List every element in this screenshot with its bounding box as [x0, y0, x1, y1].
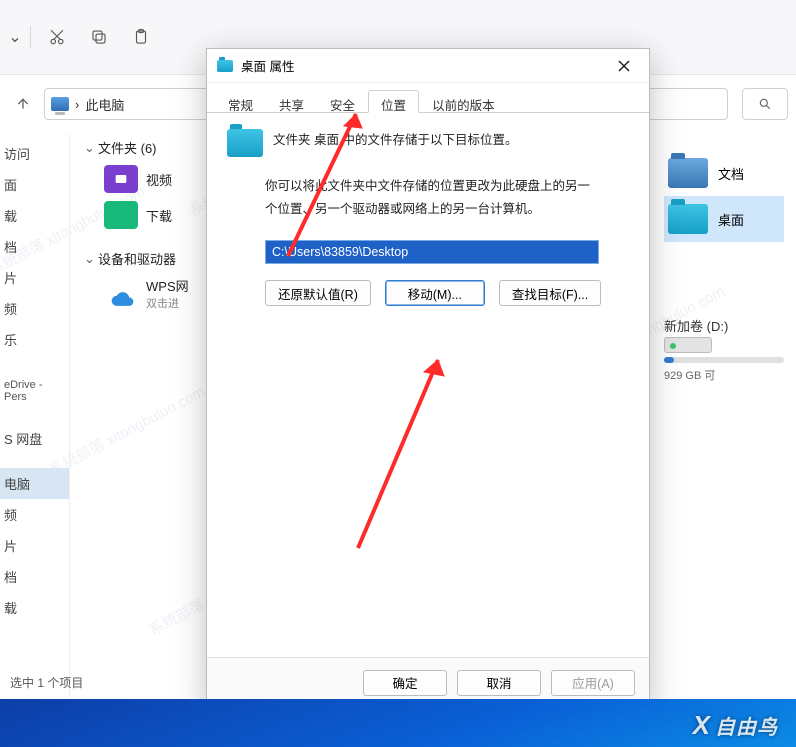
wps-drive[interactable]: WPS网双击进	[82, 272, 222, 315]
search-button[interactable]	[742, 88, 788, 120]
nav-sub-downloads[interactable]: 载	[0, 592, 69, 623]
wps-cloud-icon	[104, 280, 138, 308]
copy-icon[interactable]	[81, 19, 117, 55]
brand-watermark: X自由鸟	[693, 710, 778, 741]
nav-desktop[interactable]: 面	[0, 169, 69, 200]
drive-d[interactable]: 新加卷 (D:) 929 GB 可	[664, 316, 784, 383]
desktop-wallpaper-wave	[0, 699, 796, 747]
pc-icon	[51, 97, 69, 111]
nav-up-icon[interactable]	[8, 89, 38, 119]
nav-music[interactable]: 乐	[0, 324, 69, 355]
drive-usage-bar	[664, 357, 784, 363]
dialog-title: 桌面 属性	[241, 56, 294, 75]
dialog-body: 文件夹 桌面 中的文件存储于以下目标位置。 你可以将此文件夹中文件存储的位置更改…	[207, 113, 649, 322]
folder-documents[interactable]: 文档	[664, 150, 784, 196]
nav-this-pc[interactable]: 电脑	[0, 468, 69, 499]
desktop-folder-icon	[217, 60, 233, 72]
location-description: 你可以将此文件夹中文件存储的位置更改为此硬盘上的另一个位置、另一个驱动器或网络上…	[265, 175, 599, 220]
download-folder-icon	[104, 201, 138, 229]
group-folders[interactable]: ⌄文件夹 (6)	[82, 134, 222, 161]
properties-dialog: 桌面 属性 常规 共享 安全 位置 以前的版本 文件夹 桌面 中的文件存储于以下…	[206, 48, 650, 708]
restore-default-button[interactable]: 还原默认值(R)	[265, 280, 371, 306]
nav-sub-pictures[interactable]: 片	[0, 530, 69, 561]
breadcrumb-sep: ›	[75, 97, 79, 112]
drive-icon	[664, 337, 712, 353]
dialog-tabs: 常规 共享 安全 位置 以前的版本	[207, 83, 649, 113]
nav-sub-documents[interactable]: 档	[0, 561, 69, 592]
nav-onedrive[interactable]: eDrive - Pers	[0, 373, 69, 409]
documents-folder-icon	[668, 158, 708, 188]
chevron-down-icon: ⌄	[84, 140, 94, 156]
close-icon	[618, 60, 630, 72]
right-pane: 文档 桌面	[664, 150, 784, 242]
cancel-button[interactable]: 取消	[457, 670, 541, 696]
find-target-button[interactable]: 查找目标(F)...	[499, 280, 601, 306]
paste-icon[interactable]	[123, 19, 159, 55]
nav-videos[interactable]: 频	[0, 293, 69, 324]
chevron-down-icon: ⌄	[84, 251, 94, 267]
nav-sub-videos[interactable]: 频	[0, 499, 69, 530]
group-devices[interactable]: ⌄设备和驱动器	[82, 245, 222, 272]
folder-desktop[interactable]: 桌面	[664, 196, 784, 242]
location-heading: 文件夹 桌面 中的文件存储于以下目标位置。	[273, 129, 517, 152]
folder-downloads[interactable]: 下载	[82, 197, 222, 233]
cut-icon[interactable]	[39, 19, 75, 55]
dialog-titlebar: 桌面 属性	[207, 49, 649, 83]
nav-downloads[interactable]: 载	[0, 200, 69, 231]
nav-documents[interactable]: 档	[0, 231, 69, 262]
tab-general[interactable]: 常规	[215, 90, 266, 113]
tab-previous[interactable]: 以前的版本	[419, 90, 508, 113]
folder-videos[interactable]: 视频	[82, 161, 222, 197]
tab-security[interactable]: 安全	[317, 90, 368, 113]
tab-share[interactable]: 共享	[266, 90, 317, 113]
nav-wps[interactable]: S 网盘	[0, 423, 69, 454]
left-nav: 访问 面 载 档 片 频 乐 eDrive - Pers S 网盘 电脑 频 片…	[0, 134, 70, 697]
move-button[interactable]: 移动(M)...	[385, 280, 485, 306]
breadcrumb-this-pc[interactable]: 此电脑	[85, 95, 124, 114]
path-input[interactable]	[265, 240, 599, 264]
video-folder-icon	[104, 165, 138, 193]
toolbar-chevron[interactable]: ⌄	[8, 19, 22, 55]
search-icon	[758, 97, 772, 111]
content-tree: ⌄文件夹 (6) 视频 下载 ⌄设备和驱动器 WPS网双击进	[82, 134, 222, 315]
close-button[interactable]	[605, 50, 643, 82]
tab-location[interactable]: 位置	[368, 90, 419, 113]
apply-button[interactable]: 应用(A)	[551, 670, 635, 696]
nav-pictures[interactable]: 片	[0, 262, 69, 293]
nav-quickaccess[interactable]: 访问	[0, 138, 69, 169]
desktop-folder-icon	[227, 129, 263, 157]
ok-button[interactable]: 确定	[363, 670, 447, 696]
desktop-folder-icon	[668, 204, 708, 234]
status-bar: 选中 1 个项目	[10, 674, 83, 691]
